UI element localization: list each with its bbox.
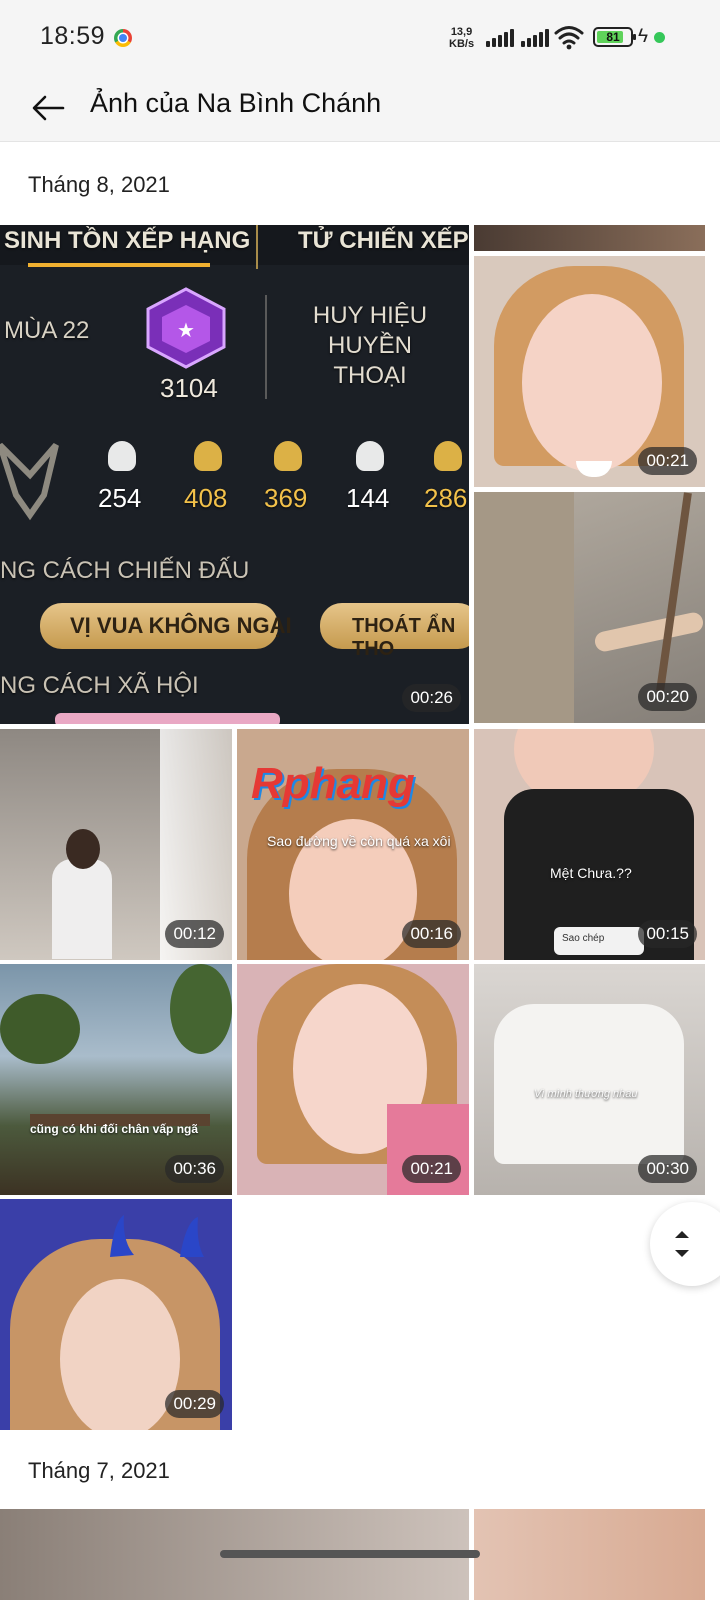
chrome-icon [114,29,132,47]
gesture-nav-bar[interactable] [220,1550,480,1558]
back-button[interactable] [26,86,70,130]
stat-icon [274,441,302,471]
video-duration: 00:12 [165,920,224,948]
video-thumbnail[interactable]: 00:21 [474,256,705,487]
video-thumbnail-partial[interactable] [474,1509,705,1600]
video-duration: 00:15 [638,920,697,948]
fast-scroll-button[interactable] [650,1202,720,1286]
video-duration: 00:30 [638,1155,697,1183]
privacy-indicator-icon [654,32,665,43]
video-thumbnail[interactable]: Mệt Chưa.?? Sao chép 00:15 [474,729,705,960]
video-thumbnail[interactable]: SINH TỒN XẾP HẠNG TỬ CHIẾN XẾP MÙA 22 ★ … [0,225,469,724]
section-label-jul-2021: Tháng 7, 2021 [28,1458,170,1483]
signal-icon [486,29,516,47]
scroll-updown-icon [675,1231,689,1257]
video-duration: 00:36 [165,1155,224,1183]
video-duration: 00:16 [402,920,461,948]
emblem-icon [0,442,59,521]
stat-value: 254 [98,483,142,513]
video-duration: 00:21 [638,447,697,475]
stat-value: 144 [346,483,390,513]
charging-icon: ϟ [638,26,649,47]
stat-icon [356,441,384,471]
wifi-icon [554,26,584,50]
stat-icon [434,441,462,471]
video-thumbnail[interactable]: Rphang Sao đường về còn quá xa xôi 00:16 [237,729,469,960]
svg-text:★: ★ [177,318,195,342]
video-thumbnail[interactable]: cũng có khi đối chân vấp ngã 00:36 [0,964,232,1195]
net-speed-value: 13,9 [450,26,473,38]
status-bar: 18:59 13,9 KB/s 81 ϟ [0,0,720,72]
video-thumbnail[interactable]: 00:20 [474,492,705,723]
horns-sticker-icon [110,1215,204,1257]
video-duration: 00:26 [402,684,461,712]
stat-icon [194,441,222,471]
video-thumbnail-partial[interactable] [474,225,705,251]
app-header: Ảnh của Na Bình Chánh [0,72,720,142]
stat-value: 286 [424,483,468,513]
stat-icon [108,441,136,471]
video-thumbnail[interactable]: 00:12 [0,729,232,960]
stat-value: 408 [184,483,228,513]
status-time: 18:59 [40,22,106,50]
section-label-aug-2021: Tháng 8, 2021 [28,172,170,197]
page-title: Ảnh của Na Bình Chánh [90,88,382,118]
video-duration: 00:20 [638,683,697,711]
video-duration: 00:29 [165,1390,224,1418]
video-thumbnail[interactable]: Vì mình thương nhau 00:30 [474,964,705,1195]
net-speed: 13,9 KB/s [449,26,474,50]
arrow-left-icon [32,95,65,121]
net-speed-unit: KB/s [449,38,475,50]
signal-icon-2 [521,29,551,47]
video-thumbnail[interactable]: 00:29 [0,1199,232,1430]
rank-badge-icon: ★ [146,287,226,369]
battery-percent: 81 [606,30,620,44]
stat-value: 369 [264,483,308,513]
battery-icon: 81 [593,27,636,47]
video-thumbnail[interactable]: 00:21 [237,964,469,1195]
video-duration: 00:21 [402,1155,461,1183]
